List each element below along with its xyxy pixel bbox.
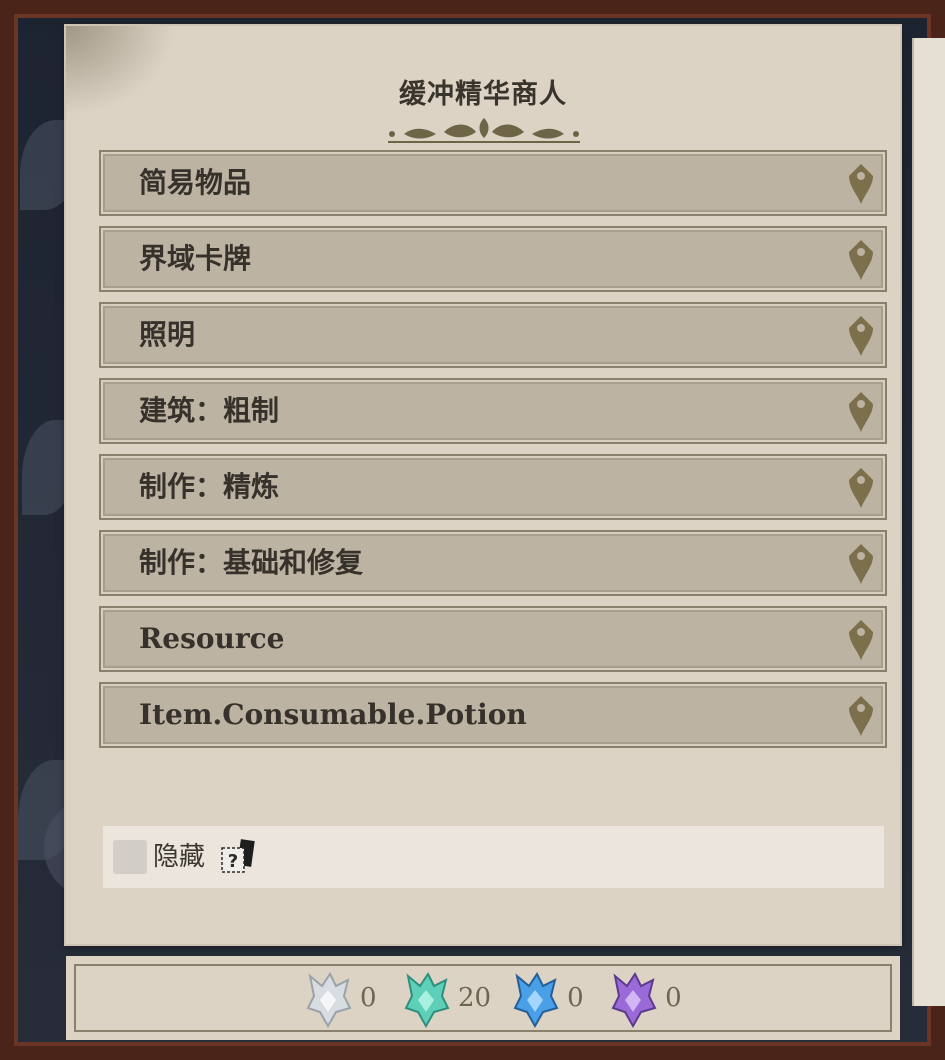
currency-item: 20 [398, 968, 499, 1028]
currency-list: 0 20 0 0 [300, 966, 703, 1030]
category-label: Item.Consumable.Potion [139, 698, 527, 731]
category-item-simple-items[interactable]: 简易物品 [99, 150, 887, 216]
category-list: 简易物品 界域卡牌 照明 建筑：粗制 制作：精炼 制作：基础和修复 Resour… [99, 150, 887, 758]
pin-icon [849, 544, 873, 584]
pin-icon [849, 468, 873, 508]
hide-checkbox[interactable] [113, 840, 147, 874]
merchant-title: 缓冲精华商人 [399, 79, 567, 110]
category-item-crafting-basic-repair[interactable]: 制作：基础和修复 [99, 530, 887, 596]
currency-value: 20 [458, 983, 492, 1013]
purple-essence-icon [611, 972, 657, 1028]
category-label: 界域卡牌 [139, 242, 252, 275]
category-item-crafting-refined[interactable]: 制作：精炼 [99, 454, 887, 520]
pin-icon [849, 316, 873, 356]
white-essence-icon [306, 972, 352, 1028]
pin-icon [849, 696, 873, 736]
category-label: 制作：基础和修复 [139, 546, 364, 579]
category-item-resource[interactable]: Resource [99, 606, 887, 672]
svg-text:?: ? [228, 851, 238, 872]
title-ornament-icon [388, 118, 580, 143]
currency-value: 0 [665, 983, 682, 1013]
currency-value: 0 [360, 983, 377, 1013]
currency-value: 0 [567, 983, 584, 1013]
hide-toggle-row: 隐藏 ? [103, 826, 884, 888]
hide-label: 隐藏 [153, 842, 206, 872]
teal-essence-icon [404, 972, 450, 1028]
pin-icon [849, 392, 873, 432]
currency-item: 0 [507, 968, 597, 1028]
currency-item: 0 [300, 968, 390, 1028]
category-item-lighting[interactable]: 照明 [99, 302, 887, 368]
category-item-realm-cards[interactable]: 界域卡牌 [99, 226, 887, 292]
category-label: Resource [139, 622, 285, 655]
pin-icon [849, 620, 873, 660]
category-item-consumable-potion[interactable]: Item.Consumable.Potion [99, 682, 887, 748]
category-label: 制作：精炼 [139, 470, 280, 503]
category-label: 建筑：粗制 [139, 394, 280, 427]
currency-bar: 0 20 0 0 [66, 956, 900, 1040]
currency-item: 0 [605, 968, 695, 1028]
merchant-panel: 缓冲精华商人 简易物品 界域卡牌 照明 建筑：粗制 制作：精炼 制作：基础和修复… [66, 26, 900, 944]
side-panel-edge [912, 38, 945, 1006]
pin-icon [849, 164, 873, 204]
pin-icon [849, 240, 873, 280]
category-label: 照明 [139, 318, 196, 351]
category-label: 简易物品 [139, 166, 252, 199]
blue-essence-icon [513, 972, 559, 1028]
category-item-building-crude[interactable]: 建筑：粗制 [99, 378, 887, 444]
help-icon[interactable]: ? [219, 838, 259, 874]
